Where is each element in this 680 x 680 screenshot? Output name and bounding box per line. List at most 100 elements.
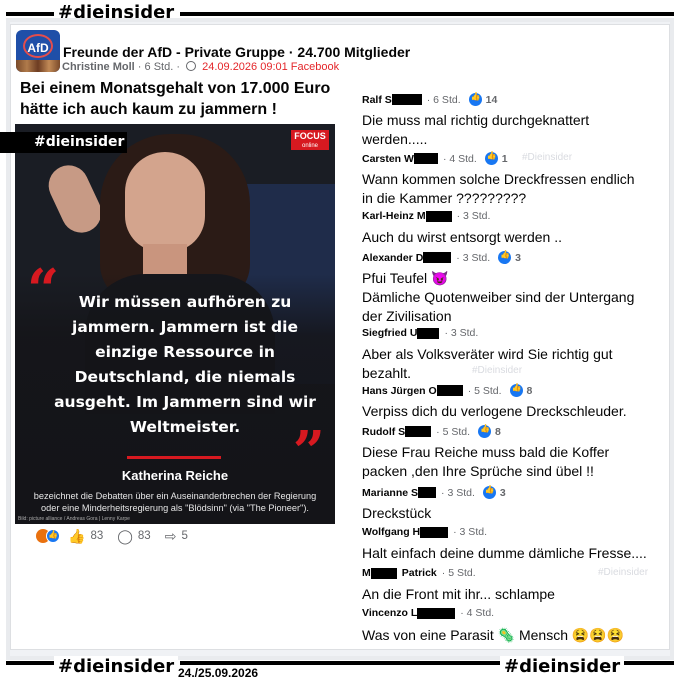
comment-likes: 8 [509,383,532,397]
post-meta: Christine Moll · 6 Std. · 24.09.2026 09:… [62,61,339,73]
comment-likes: 14 [468,92,497,106]
comment-text: Auch du wirst entsorgt werden .. [362,229,562,245]
dieinsider-tag: #dieinsider [0,132,127,153]
comment-time[interactable]: · 5 Std. [442,567,476,579]
comment-author[interactable]: Karl-Heinz M [362,210,426,222]
bottom-banner-tag-left: #dieinsider [54,656,179,678]
comment-header: Ralf S · 6 Std. 14 [362,92,497,106]
comment-author[interactable]: Carsten W [362,153,414,165]
redaction-bar [425,210,452,222]
post-text: Bei einem Monatsgehalt von 17.000 Euro h… [20,80,331,118]
comment-time[interactable]: · 3 Std. [456,252,490,264]
comment-likes: 3 [482,485,506,499]
comment-action[interactable]: ◯ 83 [117,528,150,545]
quote-divider [127,456,221,459]
comment-time[interactable]: · 3 Std. [453,526,487,538]
comment-icon: ◯ [117,527,133,544]
comment-text: An die Front mit ihr... schlampe [362,586,555,602]
banner-date: 24./25.09.2026 [178,666,259,680]
comment-likes: 8 [478,424,501,438]
comment-author[interactable]: Marianne S [362,487,418,499]
like-reaction-icon [46,529,60,543]
comment-text: Dreckstück [362,505,432,521]
top-rule-right [180,12,674,16]
comment-text: Halt einfach deine dumme dämliche Fresse… [362,545,647,561]
bottom-rule-left [6,661,56,665]
post-time[interactable]: · 6 Std. · [138,61,180,73]
comment-header: Alexander D · 3 Std. 3 [362,250,521,264]
comment-text: Verpiss dich du verlogene Dreckschleuder… [362,403,627,419]
comment-text: Was von eine Parasit 🦠 Mensch 😫😫😫 [362,627,625,643]
comment-header: M Patrick · 5 Std. [362,567,476,579]
bottom-banner-tag-right: #dieinsider [500,656,625,678]
capture-note: 24.09.2026 09:01 Facebook [202,61,340,73]
redaction-bar [413,153,438,164]
comment-author[interactable]: Ralf S [362,94,392,106]
watermark: #Dieinsider [472,365,523,376]
comment-time[interactable]: · 6 Std. [427,94,461,106]
like-icon [509,383,523,397]
comment-header: Rudolf S · 5 Std. 8 [362,424,501,438]
like-icon [498,250,512,264]
post-image[interactable]: FOCUS online “ Wir müssen aufhören zu jam… [15,124,335,524]
group-title[interactable]: Freunde der AfD - Private Gruppe · 24.70… [63,44,410,60]
top-rule-left [6,12,56,16]
like-icon [478,424,492,438]
comment-text: Pfui Teufel 😈 Dämliche Quotenweiber sind … [362,270,635,324]
redaction-bar [391,94,422,105]
comment-time[interactable]: · 4 Std. [443,153,477,165]
comment-header: Carsten W · 4 Std. 1 [362,151,508,165]
comment-text: Aber als Volksveräter wird Sie richtig g… [362,346,613,381]
like-icon [468,92,482,106]
comment-header: Hans Jürgen O · 5 Std. 8 [362,383,532,397]
thumbs-up-icon: 👍 [68,527,86,544]
image-quote: Wir müssen aufhören zu jammern. Jammern … [54,293,316,436]
bottom-rule-right [624,661,674,665]
quote-person-name: Katherina Reiche [121,468,229,483]
focus-logo: FOCUS online [291,130,329,150]
redaction-bar [405,426,432,437]
share-icon: ⇨ [164,527,177,544]
reaction-bar: 👍83 ◯83 ⇨5 [36,528,188,544]
comment-time[interactable]: · 5 Std. [436,426,470,438]
comment-header: Siegfried U · 3 Std. [362,327,478,339]
quote-caption: bezeichnet die Debatten über ein Auseina… [33,491,317,513]
comment-time[interactable]: · 4 Std. [460,607,494,619]
comment-likes: 3 [498,250,521,264]
watermark: #Dieinsider [522,152,573,163]
redaction-bar [417,607,456,619]
comment-author[interactable]: Rudolf S [362,426,405,438]
group-avatar[interactable]: AfD [16,30,60,72]
comment-author[interactable]: Vincenzo L [362,607,417,619]
comment-time[interactable]: · 3 Std. [441,487,475,499]
comment-header: Marianne S · 3 Std. 3 [362,485,506,499]
redaction-bar [423,252,452,263]
watermark: #Dieinsider [598,567,649,578]
comment-text: Wann kommen solche Dreckfressen endlich i… [362,171,635,206]
share-action[interactable]: ⇨ 5 [165,528,188,545]
bottom-rule-middle [180,661,500,665]
avatar-logo-text: AfD [27,41,49,55]
comment-time[interactable]: · 3 Std. [444,327,478,339]
comment-author[interactable]: Siegfried U [362,327,417,339]
redaction-bar [420,526,449,538]
group-icon [186,61,197,71]
like-icon [482,485,496,499]
comment-time[interactable]: · 5 Std. [468,385,502,397]
comment-author[interactable]: Alexander D [362,252,423,264]
comment-author[interactable]: Wolfgang H [362,526,420,538]
comment-header: Karl-Heinz M · 3 Std. [362,210,490,222]
comment-text: Die muss mal richtig durchgeknattert werd… [362,112,590,147]
redaction-bar [370,567,397,579]
comment-text: Diese Frau Reiche muss bald die Koffer pa… [362,444,610,479]
comment-author-suffix[interactable]: Patrick [402,567,437,579]
comment-author[interactable]: M [362,567,371,579]
post-author[interactable]: Christine Moll [62,61,135,73]
comment-time[interactable]: · 3 Std. [457,210,491,222]
comment-header: Wolfgang H · 3 Std. [362,526,487,538]
redaction-bar [418,487,437,498]
comment-header: Vincenzo L · 4 Std. [362,607,494,619]
comment-author[interactable]: Hans Jürgen O [362,385,437,397]
redaction-bar [436,385,463,396]
like-action[interactable]: 👍 83 [68,528,103,545]
